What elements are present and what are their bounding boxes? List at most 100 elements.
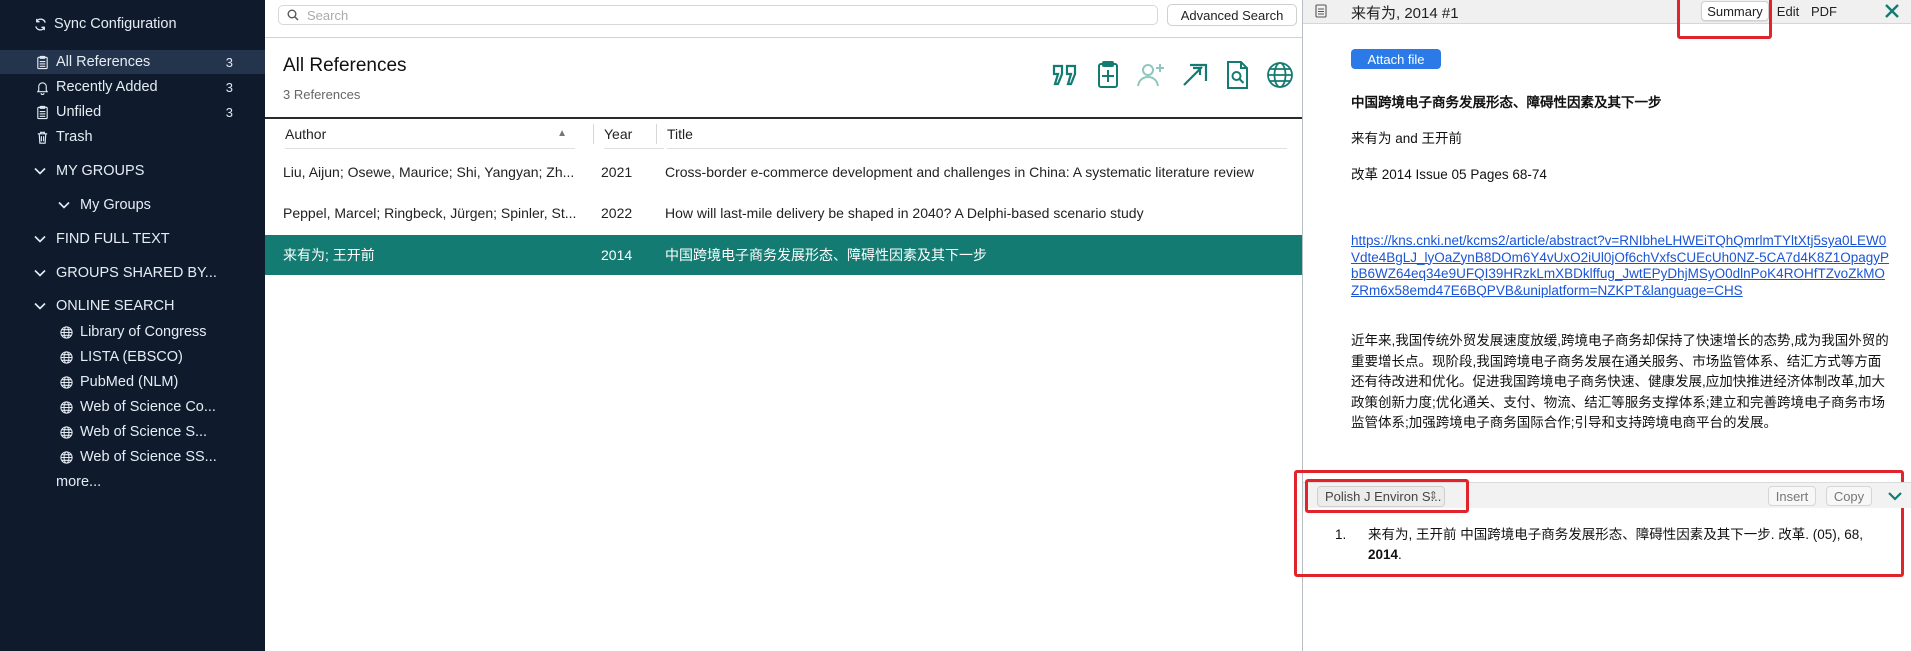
section-label: MY GROUPS bbox=[56, 163, 145, 179]
sync-configuration[interactable]: Sync Configuration bbox=[0, 12, 265, 36]
section-label: FIND FULL TEXT bbox=[56, 231, 170, 247]
chevron-down-icon[interactable] bbox=[32, 298, 48, 314]
reference-toolbar bbox=[1048, 58, 1297, 92]
open-url-button[interactable] bbox=[1177, 58, 1211, 92]
add-person-icon bbox=[1137, 64, 1164, 87]
citation-end: . bbox=[1398, 547, 1402, 562]
sidebar-item-label: Recently Added bbox=[56, 79, 158, 95]
online-label: PubMed (NLM) bbox=[80, 374, 179, 390]
online-library-of-congress[interactable]: Library of Congress bbox=[0, 320, 265, 344]
row-author: 来有为; 王开前 bbox=[283, 247, 375, 263]
more-label: more... bbox=[56, 474, 102, 490]
chevron-down-icon[interactable] bbox=[32, 265, 48, 281]
close-icon[interactable] bbox=[1882, 1, 1902, 21]
column-title[interactable]: Title bbox=[667, 119, 1287, 149]
online-lista[interactable]: LISTA (EBSCO) bbox=[0, 345, 265, 369]
sidebar-item-trash[interactable]: Trash bbox=[0, 125, 265, 149]
section-label: GROUPS SHARED BY... bbox=[56, 265, 217, 281]
globe-icon bbox=[58, 374, 74, 390]
column-author[interactable]: Author ▲ bbox=[285, 119, 575, 149]
document-icon bbox=[1315, 4, 1327, 18]
column-label: Year bbox=[604, 125, 633, 142]
section-online-search[interactable]: ONLINE SEARCH bbox=[0, 294, 265, 318]
new-reference-button[interactable] bbox=[1091, 58, 1125, 92]
column-divider[interactable] bbox=[656, 124, 657, 144]
chevron-down-icon[interactable] bbox=[1886, 487, 1904, 505]
formatted-citation: 来有为, 王开前 中国跨境电子商务发展形态、障碍性因素及其下一步. 改革. (0… bbox=[1368, 525, 1888, 565]
table-row[interactable]: Liu, Aijun; Osewe, Maurice; Shi, Yangyan… bbox=[265, 152, 1302, 192]
row-title: 中国跨境电子商务发展形态、障碍性因素及其下一步 bbox=[665, 247, 987, 263]
table-row-selected[interactable]: 来有为; 王开前 2014 中国跨境电子商务发展形态、障碍性因素及其下一步 bbox=[265, 235, 1302, 275]
globe-icon bbox=[58, 349, 74, 365]
row-year: 2014 bbox=[601, 247, 633, 263]
document-search-icon bbox=[1227, 61, 1248, 89]
article-title: 中国跨境电子商务发展形态、障碍性因素及其下一步 bbox=[1351, 95, 1662, 110]
article-journal: 改革 2014 Issue 05 Pages 68-74 bbox=[1351, 167, 1547, 182]
sync-label: Sync Configuration bbox=[54, 16, 177, 32]
insert-button[interactable]: Insert bbox=[1768, 486, 1816, 506]
sidebar: Sync Configuration All References 3 Rece… bbox=[0, 0, 265, 651]
copy-button[interactable]: Copy bbox=[1826, 486, 1872, 506]
sidebar-item-my-groups[interactable]: My Groups bbox=[0, 193, 265, 217]
chevron-down-icon[interactable] bbox=[32, 231, 48, 247]
library-title: All References bbox=[283, 55, 407, 76]
online-wos-core[interactable]: Web of Science Co... bbox=[0, 395, 265, 419]
sidebar-item-all-references[interactable]: All References 3 bbox=[0, 50, 265, 74]
sidebar-item-label: All References bbox=[56, 54, 151, 70]
column-label: Title bbox=[667, 125, 693, 142]
section-groups-shared[interactable]: GROUPS SHARED BY... bbox=[0, 261, 265, 285]
clipboard-add-icon bbox=[1098, 61, 1118, 88]
quote-icon bbox=[1052, 64, 1077, 86]
sidebar-item-unfiled[interactable]: Unfiled 3 bbox=[0, 100, 265, 124]
article-authors: 来有为 and 王开前 bbox=[1351, 131, 1463, 146]
citation-style-bar: Polish J Environ S... ⇕ Insert Copy bbox=[1303, 479, 1911, 513]
chevron-down-icon[interactable] bbox=[32, 163, 48, 179]
online-label: Web of Science SS... bbox=[80, 449, 217, 465]
arrow-out-icon bbox=[1183, 63, 1208, 86]
find-pdf-button[interactable] bbox=[1220, 58, 1254, 92]
online-label: Web of Science Co... bbox=[80, 399, 216, 415]
citation-body: 来有为, 王开前 中国跨境电子商务发展形态、障碍性因素及其下一步. 改革. (0… bbox=[1368, 527, 1864, 542]
row-title: Cross-border e-commerce development and … bbox=[665, 164, 1255, 180]
reference-list-pane: Advanced Search All References 3 Referen… bbox=[265, 0, 1317, 651]
reference-detail-pane: 来有为, 2014 #1 Summary Edit PDF Attach fil… bbox=[1294, 0, 1911, 651]
detail-header: 来有为, 2014 #1 Summary Edit PDF bbox=[1303, 0, 1911, 24]
online-label: Web of Science S... bbox=[80, 424, 208, 440]
row-title: How will last-mile delivery be shaped in… bbox=[665, 205, 1144, 221]
online-pubmed[interactable]: PubMed (NLM) bbox=[0, 370, 265, 394]
online-search-button[interactable] bbox=[1263, 58, 1297, 92]
section-find-full-text[interactable]: FIND FULL TEXT bbox=[0, 227, 265, 251]
globe-icon bbox=[58, 324, 74, 340]
bell-icon bbox=[34, 79, 50, 95]
advanced-search-button[interactable]: Advanced Search bbox=[1167, 4, 1297, 26]
share-button[interactable] bbox=[1134, 58, 1168, 92]
insert-citation-button[interactable] bbox=[1048, 58, 1082, 92]
column-divider[interactable] bbox=[593, 124, 594, 144]
sidebar-item-label: Trash bbox=[56, 129, 93, 145]
search-icon bbox=[287, 9, 299, 21]
tab-edit[interactable]: Edit bbox=[1771, 1, 1805, 21]
item-count: 3 bbox=[225, 104, 233, 120]
tab-pdf[interactable]: PDF bbox=[1806, 1, 1842, 21]
column-year[interactable]: Year bbox=[604, 119, 664, 149]
search-input[interactable] bbox=[307, 7, 1127, 23]
section-label: ONLINE SEARCH bbox=[56, 298, 175, 314]
search-field[interactable] bbox=[278, 5, 1158, 25]
globe-icon bbox=[58, 399, 74, 415]
highlight-box bbox=[1305, 479, 1469, 513]
sync-icon bbox=[32, 16, 48, 32]
table-row[interactable]: Peppel, Marcel; Ringbeck, Jürgen; Spinle… bbox=[265, 193, 1302, 233]
citation-number: 1. bbox=[1335, 527, 1347, 542]
online-label: Library of Congress bbox=[80, 324, 207, 340]
sidebar-item-label: My Groups bbox=[80, 197, 151, 213]
online-wos-s[interactable]: Web of Science S... bbox=[0, 420, 265, 444]
chevron-down-icon[interactable] bbox=[56, 197, 72, 213]
globe-icon bbox=[58, 449, 74, 465]
online-more-link[interactable]: more... bbox=[0, 470, 265, 494]
item-count: 3 bbox=[225, 54, 233, 70]
section-my-groups[interactable]: MY GROUPS bbox=[0, 159, 265, 183]
online-wos-ss[interactable]: Web of Science SS... bbox=[0, 445, 265, 469]
article-url-link[interactable]: https://kns.cnki.net/kcms2/article/abstr… bbox=[1351, 233, 1891, 299]
sidebar-item-recently-added[interactable]: Recently Added 3 bbox=[0, 75, 265, 99]
attach-file-button[interactable]: Attach file bbox=[1351, 49, 1441, 69]
